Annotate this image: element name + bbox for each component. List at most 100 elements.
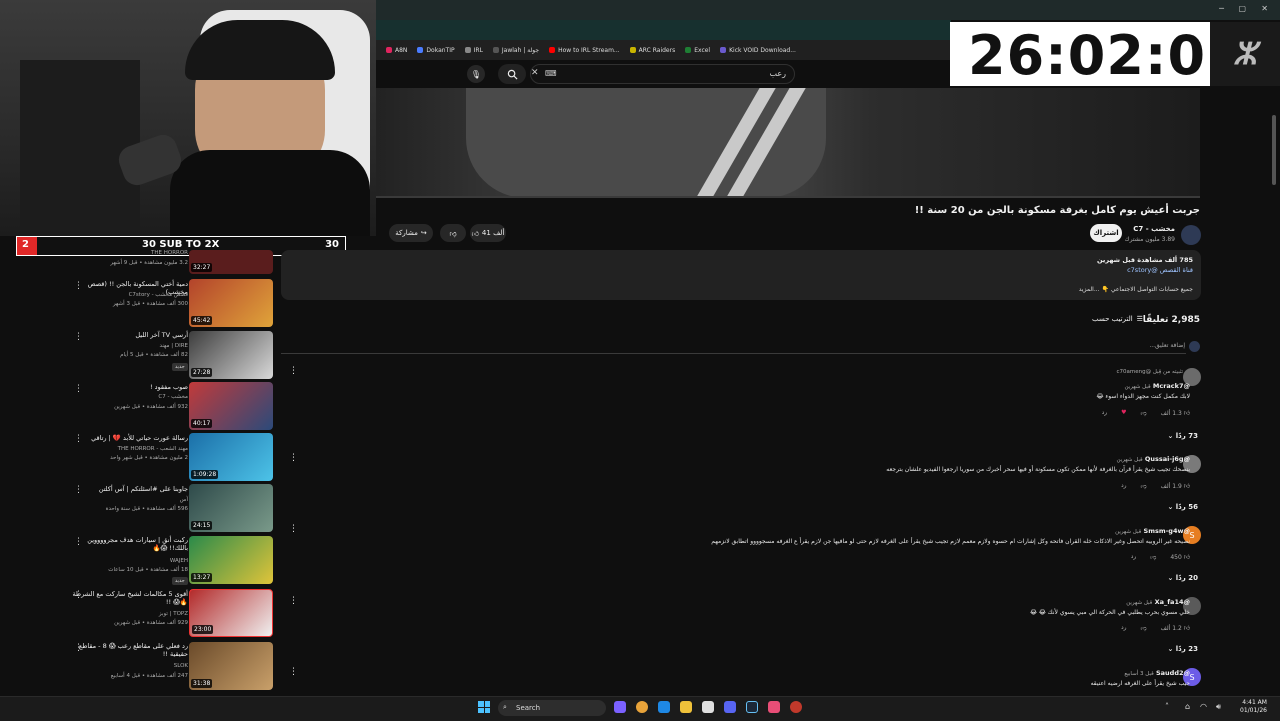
network-icon[interactable]: ⌂ [1185, 702, 1190, 711]
bookmark-a8n[interactable]: A8N [386, 47, 407, 54]
comment-menu-icon[interactable]: ⋮ [289, 366, 298, 376]
video-title-link[interactable]: أقوى 5 مكالمات لشيخ ساركت مع الشرطة 🔥😱 !… [68, 590, 188, 606]
video-progress-track[interactable] [376, 196, 1200, 198]
video-channel[interactable]: آس [68, 497, 188, 503]
video-channel[interactable]: WAJEH [68, 558, 188, 564]
author-handle[interactable]: @Mcrack7 [1153, 382, 1190, 390]
comment-menu-icon[interactable]: ⋮ [289, 596, 298, 606]
comment-author[interactable]: @Saudd2 قبل 3 أسابيع [1124, 669, 1190, 677]
bookmark-arc-raiders[interactable]: ARC Raiders [629, 47, 675, 54]
video-channel[interactable]: قصص مخشب - C7story [68, 292, 188, 298]
bookmark-irl[interactable]: IRL [464, 47, 483, 54]
reply-button[interactable]: رد [1121, 482, 1127, 490]
comment-author[interactable]: @Smsm-g4w قبل شهرين [1115, 527, 1190, 535]
comment-like-button[interactable]: 👍︎ 1.2 ألف [1161, 624, 1190, 632]
comment-like-button[interactable]: 👍︎ 1.9 ألف [1161, 482, 1190, 490]
close-window-icon[interactable]: ✕ [1261, 4, 1268, 13]
voice-search-button[interactable]: 🎙 [467, 65, 485, 83]
store-icon[interactable] [702, 701, 714, 713]
subscribe-button[interactable]: اشتراك [1090, 224, 1122, 242]
maximize-icon[interactable]: ▢ [1238, 4, 1246, 13]
video-thumbnail[interactable]: 45:42 [189, 279, 273, 327]
video-thumbnail[interactable]: 1:09:28 [189, 433, 273, 481]
steam-icon[interactable] [746, 701, 758, 713]
volume-icon[interactable]: 🔊︎ [1216, 702, 1221, 712]
comment-dislike-button[interactable]: 👎︎ [1141, 409, 1147, 417]
chrome-icon[interactable] [636, 701, 648, 713]
author-handle[interactable]: @Qussai-j6g [1145, 455, 1190, 463]
comment-like-button[interactable]: 👍︎ 450 [1170, 553, 1190, 561]
bookmark-excel[interactable]: Excel [685, 47, 710, 54]
reply-button[interactable]: رد [1102, 409, 1108, 417]
photos-icon[interactable] [768, 701, 780, 713]
video-title-link[interactable]: صوب مفقود ! [68, 383, 188, 391]
like-button[interactable]: 👍︎ 41 ألف [470, 224, 506, 242]
video-channel[interactable]: مخشب - C7 [68, 394, 188, 400]
video-thumbnail[interactable]: 32:27 [189, 250, 273, 274]
file-explorer-icon[interactable] [680, 701, 692, 713]
video-menu-icon[interactable]: ⋮ [74, 643, 83, 653]
video-menu-icon[interactable]: ⋮ [74, 485, 83, 495]
reply-button[interactable]: رد [1131, 553, 1137, 561]
edge-icon[interactable] [658, 701, 670, 713]
video-title-link[interactable]: أرسي TV آخر الليل [68, 331, 188, 339]
video-menu-icon[interactable]: ⋮ [74, 332, 83, 342]
taskbar-search[interactable]: ⌕ Search [498, 700, 606, 716]
replies-toggle[interactable]: 20 ردًا ⌄ [1167, 574, 1198, 582]
description-link[interactable]: قناة القصص @c7story [1127, 266, 1193, 274]
video-channel[interactable]: DIRE | مهند [68, 343, 188, 349]
video-title-link[interactable]: جاوبنا على #اسئلتكم | آس أكلتن [68, 485, 188, 493]
page-scrollbar[interactable] [1272, 115, 1276, 185]
video-title-link[interactable]: رسالة عورت حياتي للأبد 💔 | رتاقي [68, 434, 188, 442]
video-menu-icon[interactable]: ⋮ [74, 590, 83, 600]
reply-button[interactable]: رد [1121, 624, 1127, 632]
video-title-link[interactable]: رد فعلي على مقاطع رعب 😱 8 - مقاطع حقيقية… [68, 642, 188, 658]
discord-icon[interactable] [724, 701, 736, 713]
description-box[interactable]: 785 ألف مشاهدة قبل شهرين قناة القصص @c7s… [281, 250, 1201, 300]
channel-name[interactable]: مخشب - C7 [1133, 225, 1175, 233]
video-title-link[interactable]: ركبت أنق | سيارات هدف مجرووووين باللك!! … [68, 536, 188, 552]
share-button[interactable]: مشاركة ↪ [389, 224, 433, 242]
sort-comments-button[interactable]: ☰ الترتيب حسب [1092, 315, 1143, 323]
video-channel[interactable]: TOPZ | توبز [68, 611, 188, 617]
video-thumbnail[interactable]: 31:38 [189, 642, 273, 690]
dislike-button[interactable]: 👎︎ [440, 224, 466, 242]
clear-search-icon[interactable]: ✕ [531, 68, 539, 78]
video-channel[interactable]: مهند الشعب - THE HORROR [68, 446, 188, 452]
bookmark-irl-stream[interactable]: How to IRL Stream... [549, 47, 620, 54]
replies-toggle[interactable]: 56 ردًا ⌄ [1167, 503, 1198, 511]
video-menu-icon[interactable]: ⋮ [74, 537, 83, 547]
comment-author[interactable]: @Qussai-j6g قبل شهرين [1117, 455, 1190, 463]
add-comment-input[interactable]: إضافة تعليق... [1149, 342, 1185, 349]
keyboard-icon[interactable]: ⌨ [545, 69, 557, 78]
windows-start-icon[interactable] [478, 701, 490, 713]
tray-chevron-icon[interactable]: ˄ [1165, 702, 1169, 711]
replies-toggle[interactable]: 23 ردًا ⌄ [1167, 645, 1198, 653]
bookmark-kick-void[interactable]: Kick VOID Download... [720, 47, 796, 54]
video-menu-icon[interactable]: ⋮ [74, 281, 83, 291]
comment-dislike-button[interactable]: 👎︎ [1141, 624, 1147, 632]
video-thumbnail[interactable]: 40:17 [189, 382, 273, 430]
author-handle[interactable]: @Xa_fa14 [1155, 598, 1190, 606]
video-thumbnail[interactable]: 23:00 [189, 589, 273, 637]
replies-toggle[interactable]: 73 ردًا ⌄ [1167, 432, 1198, 440]
search-input[interactable]: رعب [530, 64, 795, 84]
video-menu-icon[interactable]: ⋮ [74, 384, 83, 394]
video-thumbnail[interactable]: 24:15 [189, 484, 273, 532]
comment-menu-icon[interactable]: ⋮ [289, 667, 298, 677]
comment-menu-icon[interactable]: ⋮ [289, 524, 298, 534]
channel-avatar[interactable] [1181, 225, 1201, 245]
bookmark-jawlah[interactable]: Jawlah | جولة [492, 47, 539, 54]
comment-like-button[interactable]: 👍︎ 1.3 ألف [1161, 409, 1190, 417]
comment-author[interactable]: @Xa_fa14 قبل شهرين [1126, 598, 1190, 606]
comment-dislike-button[interactable]: 👎︎ [1150, 553, 1156, 561]
minimize-icon[interactable]: ─ [1219, 4, 1224, 13]
video-channel[interactable]: THE HORROR [68, 250, 188, 256]
app-icon[interactable] [614, 701, 626, 713]
author-handle[interactable]: @Saudd2 [1156, 669, 1190, 677]
video-menu-icon[interactable]: ⋮ [74, 434, 83, 444]
author-handle[interactable]: @Smsm-g4w [1144, 527, 1190, 535]
comment-menu-icon[interactable]: ⋮ [289, 453, 298, 463]
bookmark-dokantip[interactable]: DokanTIP [417, 47, 455, 54]
search-button[interactable] [498, 64, 526, 84]
